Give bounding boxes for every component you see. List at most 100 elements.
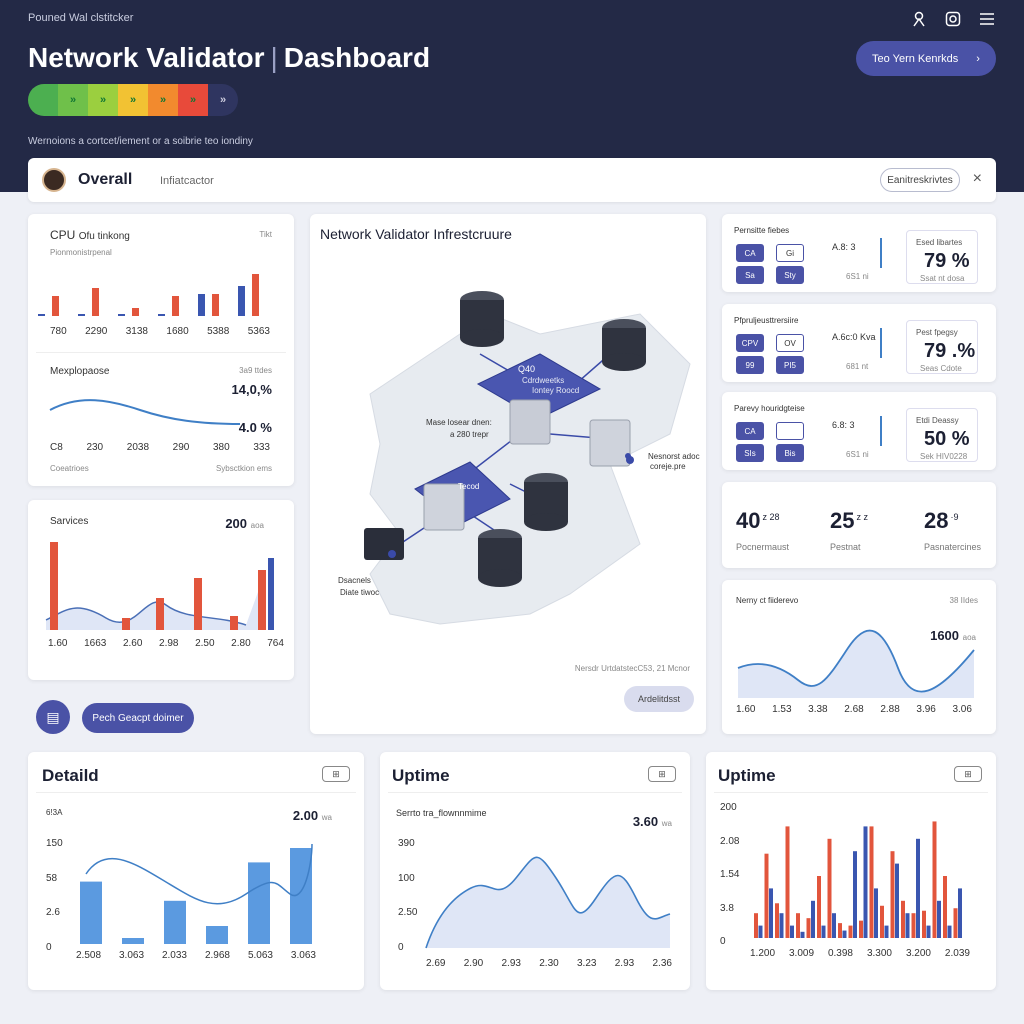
settings-icon[interactable]: [944, 10, 962, 28]
chevron-icon: ›: [976, 52, 980, 65]
cpu-bar-red: [212, 294, 219, 316]
divider: [388, 792, 682, 793]
cpu-mini-label: Mexplopaose: [50, 366, 110, 377]
right-panel-title: Pfpruljeusttrersiire: [734, 316, 799, 325]
node-label-3: Dsacnels: [338, 576, 371, 585]
divider: [36, 352, 286, 353]
node-label-2: Nesnorst adoc: [648, 452, 700, 461]
detail-trend-line: [85, 843, 313, 905]
divider: [36, 792, 356, 793]
menu-icon[interactable]: [978, 10, 996, 28]
chart-icon[interactable]: ⊞: [322, 766, 350, 782]
uptime-y-tick: 0: [398, 942, 404, 953]
services-tick: 2.98: [159, 638, 179, 649]
uptime-bar-blue: [821, 925, 826, 938]
uptime-tick: 0.398: [827, 948, 853, 959]
detail-y-tick: 150: [46, 838, 63, 849]
detail-tick: 5.063: [247, 950, 273, 961]
cpu-foot-right: Sybsctkion ems: [215, 464, 272, 473]
uptime-bar-blue: [779, 913, 784, 938]
status-tile: [776, 422, 804, 440]
node-label-1: Mase losear dnen:: [426, 418, 492, 427]
detail-value: 2.00 wa: [292, 808, 332, 823]
detail-y-tick: 2.6: [46, 907, 60, 919]
pct-sub: Sek HIV0228: [920, 452, 968, 461]
uptime-bar-red: [890, 851, 895, 938]
services-value: 200 aoa: [225, 516, 264, 531]
cpu-bar-red: [252, 274, 259, 316]
uptime-bar-blue: [811, 900, 815, 938]
uptime-bar-blue: [758, 925, 763, 938]
cpu-mini-x-axis: C8 230 2038 290 380 333: [50, 442, 270, 453]
header-subtitle: Wernoions a cortcet/iement or a soibrie …: [28, 136, 253, 147]
cpu-card: CPU Ofu tinkong Pionmonistrpenal Tikt 78…: [28, 214, 294, 486]
uptime-bar-blue: [832, 913, 836, 938]
detail-bar: [164, 900, 186, 944]
status-strip: »»»»»»: [28, 84, 238, 116]
network-card: Nerny ct fiiderevo 38 IIdes 1600 aoa 1.6…: [722, 580, 996, 734]
overall-title: Overall: [78, 171, 133, 188]
cpu-tick: 5388: [207, 326, 230, 337]
title-page: Dashboard: [283, 42, 431, 73]
right-panel-title: Parevy houridgteise: [734, 404, 805, 413]
detail-y-tick: 0: [46, 942, 52, 953]
right-panel: Parevy houridgteise CA SIs Bis 6.8: 3 6S1 ni E…: [722, 392, 996, 470]
uptime-bar-red: [880, 905, 884, 938]
gauge-bar: [880, 238, 882, 268]
gauge-bar: [880, 328, 882, 358]
uptime-bar-blue: [800, 931, 805, 938]
stat-value: 40 z 28: [736, 508, 780, 534]
services-title: Sarvices: [50, 516, 89, 527]
header-action-button[interactable]: Teo Yern Kenrkds ›: [856, 41, 996, 76]
cpu-bar-blue: [38, 314, 45, 316]
uptime-tick: 1.200: [750, 948, 776, 959]
cpu-x-axis: 780 2290 3138 1680 5388 5363: [50, 326, 270, 337]
stats-card: 40 z 28 Pocnermaust 25 z z Pestnat 28·9 Pasnate…: [722, 482, 996, 568]
uptime-y-tick: 2.50: [398, 907, 418, 919]
chart-icon[interactable]: ⊞: [648, 766, 676, 782]
clipboard-icon[interactable]: ▤: [36, 700, 70, 734]
network-x-axis: 1.60 1.53 3.38 2.68 2.88 3.96 3.06: [736, 704, 972, 715]
services-tick: 2.60: [122, 638, 143, 649]
gauge-label: 6.8: 3: [832, 420, 855, 430]
detail-tick: 3.063: [290, 950, 316, 961]
network-tick: 1.53: [772, 704, 792, 715]
close-icon[interactable]: ×: [973, 170, 982, 188]
uptime-tick: 2.039: [944, 948, 970, 959]
status-tile: PI5: [776, 356, 804, 374]
overall-action-button[interactable]: Eanitreskrivtes: [880, 168, 960, 192]
infra-action-button[interactable]: Ardelitdsst: [624, 686, 694, 712]
status-tile: Sty: [776, 266, 804, 284]
uptime-y-tick: 1.54: [720, 869, 740, 880]
cpu-mini-line-chart: [49, 399, 241, 425]
avatar[interactable]: [42, 168, 66, 192]
user-icon[interactable]: [910, 10, 928, 28]
infra-footer: Nersdr UrtdatstecC53, 21 Mcnor: [574, 664, 690, 673]
uptime-line-chart-1: [425, 856, 671, 949]
uptime-tick: 2.36: [652, 958, 672, 969]
pct-label: Etdi Deassy: [916, 416, 959, 425]
uptime-bar-blue: [853, 851, 857, 938]
network-line-chart: [737, 629, 975, 698]
services-tick: 2.80: [231, 638, 251, 649]
network-tick: 2.88: [880, 704, 900, 715]
detail-tick: 3.063: [118, 950, 145, 961]
status-segment: »: [58, 84, 88, 116]
services-tick: 764: [267, 638, 284, 649]
title-separator: |: [270, 42, 278, 73]
network-tick: 3.06: [952, 704, 972, 715]
right-panel: Pfpruljeusttrersiire CPV OV 99 PI5 A.6c:0 Kva…: [722, 304, 996, 382]
uptime-bar-blue: [926, 925, 931, 938]
cpu-tick: 5363: [247, 326, 270, 337]
geacpt-button[interactable]: Pech Geacpt doimer: [82, 703, 194, 733]
chart-icon[interactable]: ⊞: [954, 766, 982, 782]
uptime-sub-1: Serrto tra_flownnmime: [396, 808, 487, 818]
stat-value: 25 z z: [830, 508, 868, 534]
uptime-bar-blue: [769, 888, 773, 938]
brand-label: Pouned Wal clstitcker: [28, 12, 134, 24]
node-label-1b: a 280 trepr: [450, 430, 489, 439]
status-segment: »: [208, 84, 238, 116]
detail-tick: 2.508: [76, 950, 102, 961]
uptime-tick: 2.93: [501, 958, 521, 969]
gauge-label: A.6c:0 Kva: [832, 332, 876, 342]
